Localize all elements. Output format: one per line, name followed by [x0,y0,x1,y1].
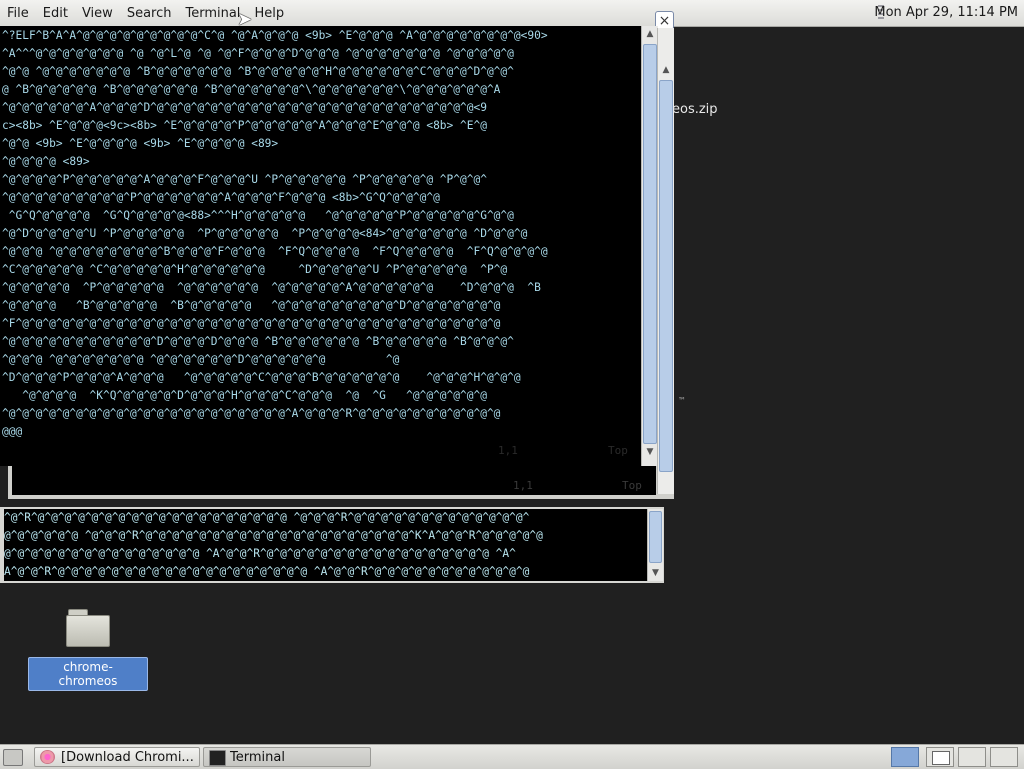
desktop-file-label-partial[interactable]: eos.zip [672,102,718,117]
terminal-main-line: ^@^@^@^@^@^@^@^@^@^@^@^D^@^@^@^D^@^@^@ ^… [2,335,514,348]
terminal-small-scrollbar[interactable]: ▼ [647,509,663,581]
show-desktop-icon[interactable] [3,749,23,766]
terminal-main-line: @ ^B^@^@^@^@^@ ^B^@^@^@^@^@^@ ^B^@^@^@^@… [2,83,501,96]
terminal-small-output[interactable]: ^@^R^@^@^@^@^@^@^@^@^@^@^@^@^@^@^@^@^@^@… [4,509,647,581]
terminal-small-line: ^@^R^@^@^@^@^@^@^@^@^@^@^@^@^@^@^@^@^@^@… [4,511,530,524]
terminal-window-small[interactable]: ^@^R^@^@^@^@^@^@^@^@^@^@^@^@^@^@^@^@^@^@… [0,507,664,583]
terminal-main-line: ^@^D^@^@^@^@^U ^P^@^@^@^@^@ ^P^@^@^@^@^@… [2,227,528,240]
terminal-main-output[interactable]: ^?ELF^B^A^A^@^@^@^@^@^@^@^@^@^C^@ ^@^A^@… [2,27,642,459]
terminal-main-line: ^@^@^@^@^@^@^@^@^@^@^@^@^@^@^@^@^@^@^@^@… [2,407,501,420]
menu-file[interactable]: File [0,0,36,26]
terminal-main-line: ^D^@^@^@^P^@^@^@^A^@^@^@ ^@^@^@^@^@^C^@^… [2,371,521,384]
scroll-thumb[interactable] [649,511,662,563]
taskbar-item-browser[interactable]: [Download Chromi... [34,747,200,767]
workspace-1[interactable] [891,747,919,767]
terminal-main-line: ^G^Q^@^@^@^@ ^G^Q^@^@^@^@<88>^^^H^@^@^@^… [2,209,514,222]
terminal-main-line: ^F^@^@^@^@^@^@^@^@^@^@^@^@^@^@^@^@^@^@^@… [2,317,501,330]
terminal-main-line: c><8b> ^E^@^@^@<9c><8b> ^E^@^@^@^@^P^@^@… [2,119,487,132]
scroll-up-arrow[interactable]: ▲ [658,62,674,78]
terminal-behind-position: 1,1 [513,479,533,492]
terminal-second-scrollbar[interactable]: ▲ [657,28,674,494]
terminal-main-line: ^@^@^@^@^P^@^@^@^@^@^A^@^@^@^F^@^@^@^U ^… [2,173,487,186]
menu-view[interactable]: View [75,0,120,26]
menu-edit[interactable]: Edit [36,0,75,26]
terminal-main-top: Top [608,444,628,457]
terminal-main-line: ^@^@^@^@^@^@^@^@^@^P^@^@^@^@^@^@^A^@^@^@… [2,191,440,204]
terminal-small-line: @^@^@^@^@^@^@^@^@^@^@^@^@^@^@ ^A^@^@^R^@… [4,547,516,560]
scroll-up-arrow[interactable]: ▲ [642,26,658,42]
terminal-main-line: ^@^@^@^@^@ ^P^@^@^@^@^@ ^@^@^@^@^@^@ ^@^… [2,281,541,294]
terminal-main-line: ^@^@^@^@^@^@^A^@^@^@^D^@^@^@^@^@^@^@^@^@… [2,101,487,114]
menu-help[interactable]: Help [247,0,291,26]
terminal-main-position: 1,1 [498,444,518,457]
terminal-main-line: ^@^@ ^@^@^@^@^@^@^@ ^B^@^@^@^@^@^@ ^B^@^… [2,65,514,78]
terminal-main-line: ^C^@^@^@^@^@ ^C^@^@^@^@^@^H^@^@^@^@^@^@ … [2,263,508,276]
trademark-mark: ™ [678,396,686,405]
terminal-main-scrollbar[interactable]: ▲ ▼ [641,26,658,466]
terminal-main-line: ^@^@^@^@ ^B^@^@^@^@^@ ^B^@^@^@^@^@ ^@^@^… [2,299,501,312]
terminal-small-line: A^@^@^R^@^@^@^@^@^@^@^@^@^@^@^@^@^@^@^@^… [4,565,530,578]
terminal-window-main[interactable]: ^?ELF^B^A^A^@^@^@^@^@^@^@^@^@^C^@ ^@^A^@… [0,26,658,466]
terminal-main-line: ^@^@^@ ^@^@^@^@^@^@^@^@^B^@^@^@^F^@^@^@ … [2,245,548,258]
clock[interactable]: Mon Apr 29, 11:14 PM [874,0,1018,26]
scroll-thumb[interactable] [643,44,657,444]
desktop-folder-label: chrome-chromeos [28,657,148,691]
taskbar-item-terminal[interactable]: Terminal [203,747,371,767]
folder-icon [66,609,110,647]
scroll-thumb[interactable] [659,80,673,472]
mouse-pointer-icon: ➤ [237,9,253,30]
terminal-main-line: ^A^^^@^@^@^@^@^@^@ ^@ ^@^L^@ ^@ ^@^F^@^@… [2,47,514,60]
taskbar-item-terminal-label: Terminal [230,750,285,765]
terminal-icon [209,750,226,766]
terminal-main-line: ^@^@^@ ^@^@^@^@^@^@^@ ^@^@^@^@^@^@^D^@^@… [2,353,400,366]
taskbar-item-browser-label: [Download Chromi... [61,750,194,765]
taskbar: [Download Chromi... Terminal [0,744,1024,769]
menu-search[interactable]: Search [120,0,179,26]
terminal-main-line: ^@^@ <9b> ^E^@^@^@^@ <9b> ^E^@^@^@^@ <89… [2,137,279,150]
workspace-4[interactable] [990,747,1018,767]
terminal-main-line: ^?ELF^B^A^A^@^@^@^@^@^@^@^@^@^C^@ ^@^A^@… [2,29,555,42]
top-panel: File Edit View Search Terminal Help Mon … [0,0,1024,27]
terminal-main-line: ^@^@^@^@ ^K^Q^@^@^@^@^D^@^@^@^H^@^@^@^C^… [2,389,487,402]
scroll-down-arrow[interactable]: ▼ [642,444,658,460]
workspace-3[interactable] [958,747,986,767]
terminal-main-line: ^@^@^@^@ <89> [2,155,90,168]
terminal-behind-top: Top [622,479,642,492]
terminal-main-line: @@@ [2,425,23,438]
browser-icon [40,750,55,764]
scroll-down-arrow[interactable]: ▼ [648,565,663,581]
workspace-2[interactable] [926,747,954,767]
window-thumbnail-icon [932,751,950,765]
terminal-small-line: @^@^@^@^@^@ ^@^@^@^R^@^@^@^@^@^@^@^@^@^@… [4,529,543,542]
desktop-folder-chrome-chromeos[interactable]: chrome-chromeos [28,606,148,691]
